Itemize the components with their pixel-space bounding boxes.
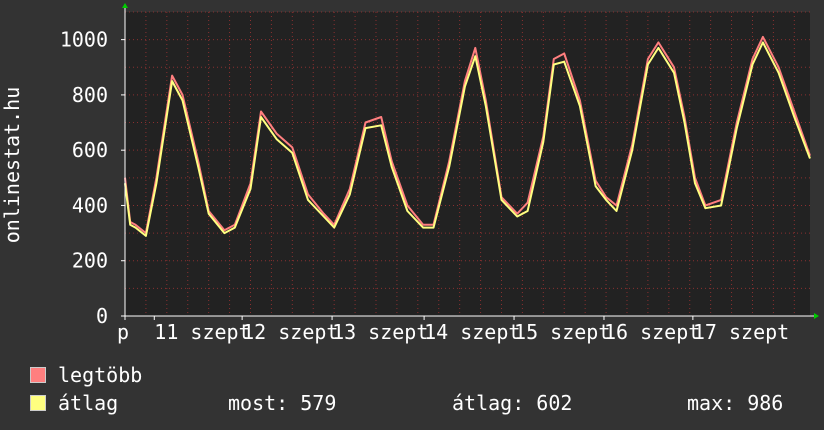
line-chart: 0 200 400 600 800 1000 p 11 szept12 szept13 sze… bbox=[0, 3, 819, 344]
plot-area bbox=[125, 12, 810, 316]
y-tick-label: 200 bbox=[72, 249, 108, 273]
y-tick-label: 400 bbox=[72, 193, 108, 217]
x-axis-arrow bbox=[814, 313, 819, 319]
y-tick-label: 600 bbox=[72, 138, 108, 162]
y-axis-arrow bbox=[122, 3, 128, 8]
y-tick-label: 800 bbox=[72, 83, 108, 107]
y-tick-label: 1000 bbox=[60, 28, 108, 52]
legend-swatch-atlag bbox=[30, 395, 46, 411]
legend-swatch-legtobb bbox=[30, 367, 46, 383]
x-tick-label: 11 szept bbox=[154, 320, 250, 344]
x-tick-label: 14 szept bbox=[424, 320, 520, 344]
legend-label-legtobb: legtöbb bbox=[58, 363, 143, 387]
legend-item-atlag: átlag most: 579 átlag: 602 max: 986 bbox=[30, 390, 810, 418]
x-tick-label: 16 szept bbox=[604, 320, 700, 344]
x-tick-label: 12 szept bbox=[242, 320, 338, 344]
x-tick-label: 17 szept bbox=[693, 320, 789, 344]
stat-max: max: 986 bbox=[687, 391, 784, 415]
x-tick-label: 13 szept bbox=[332, 320, 428, 344]
x-tick-label: 15 szept bbox=[514, 320, 610, 344]
x-tick-label: p bbox=[117, 320, 129, 344]
legend-label-atlag: átlag bbox=[58, 391, 119, 415]
y-axis-label: onlinestat.hu bbox=[0, 87, 24, 244]
stat-now: most: 579 bbox=[228, 391, 337, 415]
y-tick-label: 0 bbox=[96, 304, 108, 328]
legend: legtöbb átlag most: 579 átlag: 602 max: … bbox=[30, 362, 810, 418]
stat-avg: átlag: 602 bbox=[452, 391, 573, 415]
legend-item-legtobb: legtöbb bbox=[30, 362, 810, 390]
